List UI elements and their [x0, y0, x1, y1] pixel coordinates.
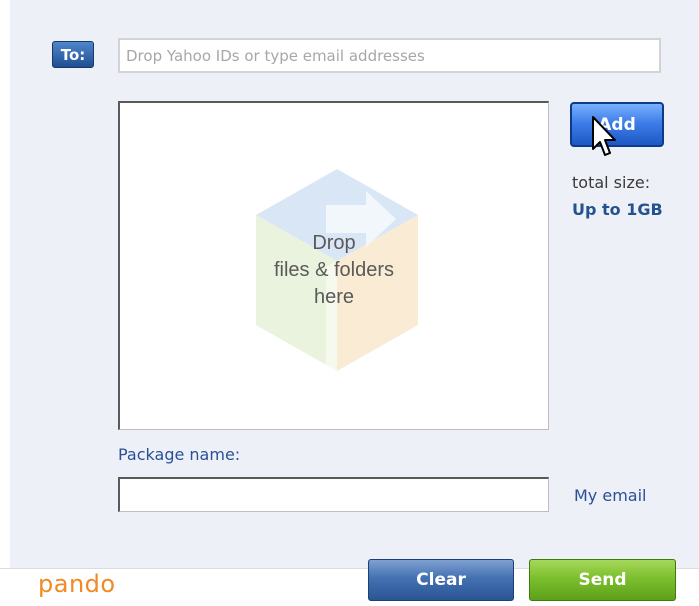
to-button-label: To:	[60, 45, 86, 64]
send-button-label: Send	[578, 570, 627, 590]
drop-text-line3: here	[313, 286, 355, 308]
recipients-input[interactable]	[118, 38, 661, 73]
total-size-label: total size:	[572, 173, 651, 192]
package-name-input[interactable]	[118, 477, 549, 512]
drop-text-line1: Drop	[312, 232, 356, 254]
clear-button-label: Clear	[416, 570, 466, 590]
mouse-pointer-icon	[592, 116, 616, 156]
file-drop-zone[interactable]: Drop files & folders here	[118, 101, 549, 430]
total-size-value: Up to 1GB	[572, 200, 663, 219]
my-email-link[interactable]: My email	[574, 486, 646, 505]
drop-text-line2: files & folders	[273, 259, 395, 281]
package-name-label: Package name:	[118, 445, 241, 464]
send-button[interactable]: Send	[529, 559, 676, 601]
clear-button[interactable]: Clear	[368, 559, 514, 601]
to-button[interactable]: To:	[52, 41, 94, 68]
footer-bar: pando Clear Send	[0, 559, 699, 606]
pando-logo: pando	[38, 570, 116, 598]
